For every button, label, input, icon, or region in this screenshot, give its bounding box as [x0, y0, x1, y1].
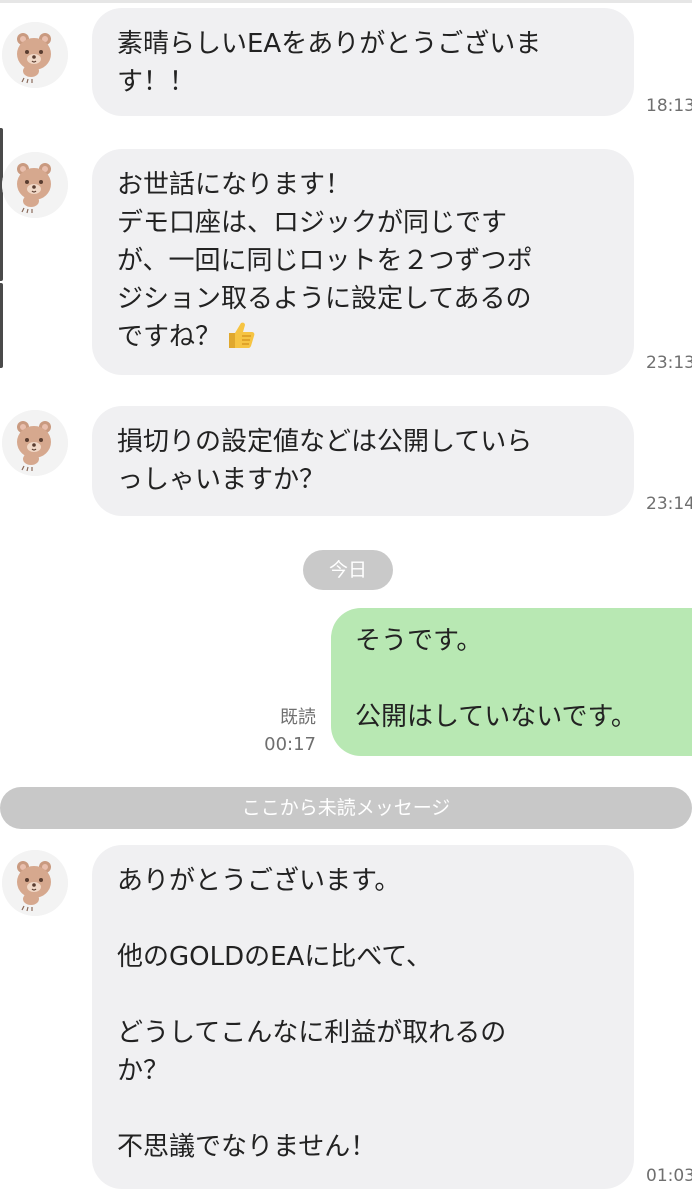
bear-avatar-icon	[2, 850, 68, 916]
message-bubble[interactable]: 素晴らしいEAをありがとうございま す！！	[92, 8, 634, 116]
message-time: 23:14	[646, 494, 692, 514]
thumbs-up-icon	[225, 319, 257, 362]
message-time: 18:13	[646, 96, 692, 116]
top-divider	[0, 0, 692, 3]
scroll-edge-indicator[interactable]	[0, 128, 3, 281]
message-time: 01:03	[646, 1166, 692, 1186]
sender-avatar[interactable]	[2, 22, 68, 88]
message-bubble[interactable]: 損切りの設定値などは公開していら っしゃいますか？	[92, 406, 634, 516]
sender-avatar[interactable]	[2, 410, 68, 476]
bear-avatar-icon	[2, 152, 68, 218]
sender-avatar[interactable]	[2, 152, 68, 218]
date-separator: 今日	[303, 550, 393, 590]
message-bubble[interactable]: お世話になります！ デモ口座は、ロジックが同じです が、一回に同じロットを２つず…	[92, 149, 634, 375]
message-text: お世話になります！ デモ口座は、ロジックが同じです が、一回に同じロットを２つず…	[117, 170, 533, 352]
message-bubble[interactable]: ありがとうございます。 他のGOLDのEAに比べて、 どうしてこんなに利益が取れ…	[92, 845, 634, 1189]
unread-separator: ここから未読メッセージ	[0, 787, 692, 829]
own-message-time: 00:17	[264, 734, 316, 755]
bear-avatar-icon	[2, 22, 68, 88]
scroll-edge-indicator-lower[interactable]	[0, 283, 3, 368]
bear-avatar-icon	[2, 410, 68, 476]
read-receipt: 既読	[280, 707, 316, 728]
message-time: 23:13	[646, 353, 692, 373]
sender-avatar[interactable]	[2, 850, 68, 916]
own-message-bubble[interactable]: そうです。 公開はしていないです。	[331, 608, 692, 756]
